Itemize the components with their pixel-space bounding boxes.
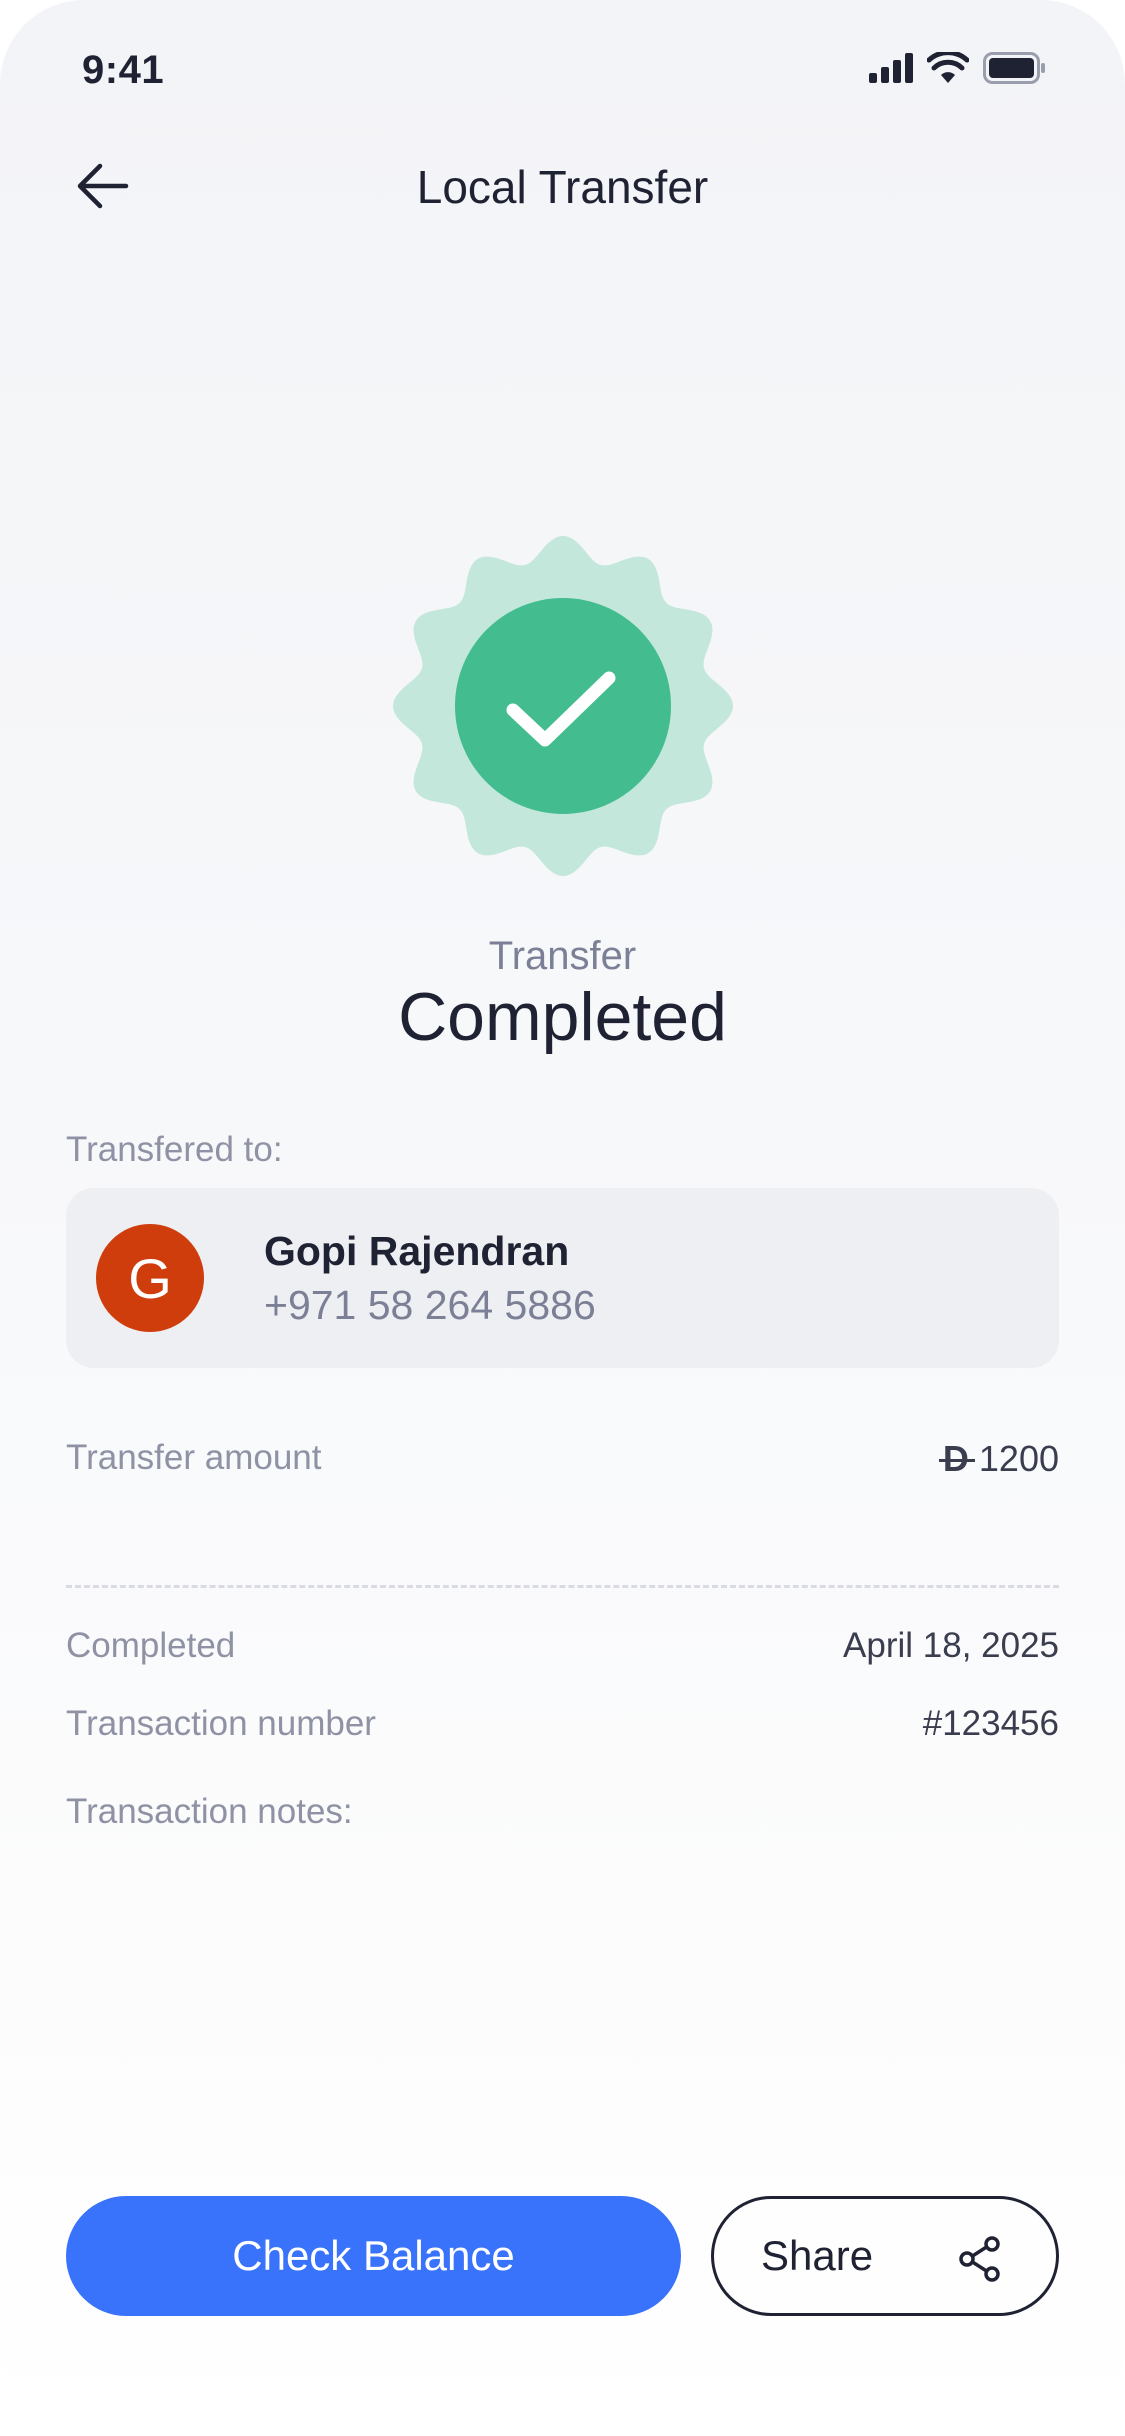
status-icons <box>869 52 1047 84</box>
transferred-to-label: Transfered to: <box>66 1130 283 1169</box>
transfer-amount-number: 1200 <box>978 1438 1059 1479</box>
page-title: Local Transfer <box>416 161 709 213</box>
share-button[interactable]: Share <box>711 2196 1059 2316</box>
transfer-receipt-screen: 9:41 Local Transfer Transfer Completed T… <box>0 0 1125 2436</box>
dirham-currency-icon: D <box>938 1438 975 1479</box>
wifi-icon <box>927 52 969 83</box>
completed-date-value: April 18, 2025 <box>843 1626 1059 1665</box>
badge-circle <box>455 598 671 814</box>
battery-icon <box>983 52 1045 84</box>
recipient-name: Gopi Rajendran <box>264 1228 570 1274</box>
status-label: Transfer <box>488 934 637 978</box>
transaction-notes-label: Transaction notes: <box>66 1792 353 1831</box>
avatar: G <box>96 1224 204 1332</box>
recipient-phone: +971 58 264 5886 <box>264 1282 596 1328</box>
cellular-signal-icon <box>869 53 913 83</box>
check-balance-button[interactable]: Check Balance <box>66 2196 681 2316</box>
status-title: Completed <box>398 979 727 1055</box>
share-label: Share <box>761 2232 874 2279</box>
transaction-number-value: #123456 <box>922 1704 1059 1743</box>
check-badge-icon <box>393 536 733 876</box>
dashed-divider <box>66 1585 1059 1588</box>
completed-date-label: Completed <box>66 1626 236 1665</box>
share-icon <box>959 2236 1000 2282</box>
transfer-amount-value: D 1200 <box>938 1438 1059 1480</box>
check-balance-label: Check Balance <box>232 2232 515 2279</box>
status-time: 9:41 <box>82 48 165 92</box>
recipient-card: G Gopi Rajendran +971 58 264 5886 <box>66 1188 1059 1368</box>
transfer-amount-label: Transfer amount <box>66 1438 322 1477</box>
transaction-number-label: Transaction number <box>66 1704 376 1743</box>
